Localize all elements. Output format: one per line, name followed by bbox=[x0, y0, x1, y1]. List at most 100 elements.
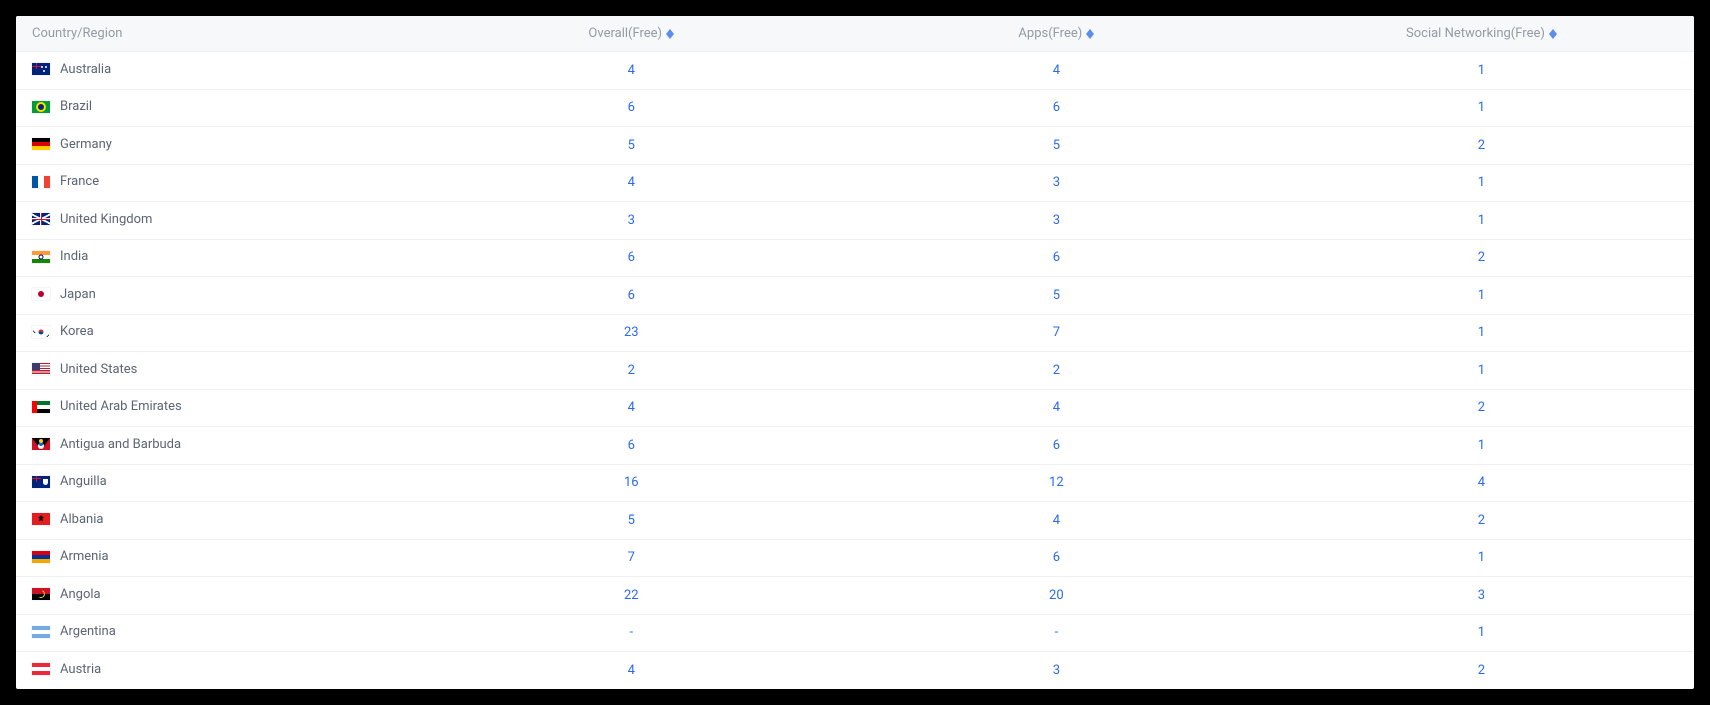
social-rank-cell[interactable]: 1 bbox=[1269, 164, 1694, 202]
apps-rank-cell[interactable]: 20 bbox=[844, 577, 1269, 615]
social-rank-cell[interactable]: 1 bbox=[1269, 352, 1694, 390]
overall-rank-cell[interactable]: 16 bbox=[419, 464, 844, 502]
social-rank-cell[interactable]: 2 bbox=[1269, 239, 1694, 277]
country-name: Brazil bbox=[60, 99, 92, 114]
table-body: Australia441Brazil661Germany552France431… bbox=[16, 52, 1694, 689]
flag-icon-am bbox=[32, 551, 50, 563]
overall-rank-cell[interactable]: 6 bbox=[419, 427, 844, 465]
apps-rank-cell[interactable]: 4 bbox=[844, 389, 1269, 427]
overall-rank-cell[interactable]: 4 bbox=[419, 389, 844, 427]
apps-rank-cell[interactable]: 3 bbox=[844, 202, 1269, 240]
table-row: Angola 22203 bbox=[16, 577, 1694, 615]
country-name: Armenia bbox=[60, 549, 109, 564]
country-cell[interactable]: Antigua and Barbuda bbox=[16, 427, 419, 465]
country-cell[interactable]: Angola bbox=[16, 577, 419, 615]
flag-icon-ag bbox=[32, 438, 50, 450]
country-cell[interactable]: United Arab Emirates bbox=[16, 389, 419, 427]
country-cell[interactable]: Australia bbox=[16, 52, 419, 90]
country-name: Argentina bbox=[60, 624, 116, 639]
overall-rank-cell[interactable]: 23 bbox=[419, 314, 844, 352]
sort-icon bbox=[1086, 29, 1094, 39]
apps-rank-cell[interactable]: 3 bbox=[844, 164, 1269, 202]
rankings-table: Country/Region Overall(Free) Apps(Free) S… bbox=[16, 16, 1694, 689]
apps-rank-cell[interactable]: 6 bbox=[844, 427, 1269, 465]
flag-icon-kr bbox=[32, 326, 50, 338]
overall-rank-cell[interactable]: 3 bbox=[419, 202, 844, 240]
social-rank-cell[interactable]: 1 bbox=[1269, 89, 1694, 127]
country-cell[interactable]: India bbox=[16, 239, 419, 277]
country-cell[interactable]: Anguilla bbox=[16, 464, 419, 502]
overall-rank-cell[interactable]: 6 bbox=[419, 89, 844, 127]
country-cell[interactable]: United Kingdom bbox=[16, 202, 419, 240]
country-name: Albania bbox=[60, 512, 103, 527]
country-name: Angola bbox=[60, 587, 101, 602]
apps-rank-cell[interactable]: 4 bbox=[844, 502, 1269, 540]
apps-rank-cell[interactable]: 6 bbox=[844, 539, 1269, 577]
social-rank-cell[interactable]: 3 bbox=[1269, 577, 1694, 615]
social-rank-cell[interactable]: 1 bbox=[1269, 427, 1694, 465]
column-header-apps[interactable]: Apps(Free) bbox=[844, 16, 1269, 52]
apps-rank-cell[interactable]: 5 bbox=[844, 127, 1269, 165]
table-row: Antigua and Barbuda661 bbox=[16, 427, 1694, 465]
table-row: Germany552 bbox=[16, 127, 1694, 165]
overall-rank-cell[interactable]: 6 bbox=[419, 239, 844, 277]
table-row: Brazil661 bbox=[16, 89, 1694, 127]
social-rank-cell[interactable]: 2 bbox=[1269, 502, 1694, 540]
apps-rank-cell[interactable]: 2 bbox=[844, 352, 1269, 390]
column-header-overall[interactable]: Overall(Free) bbox=[419, 16, 844, 52]
country-cell[interactable]: Argentina bbox=[16, 614, 419, 652]
country-name: India bbox=[60, 249, 88, 264]
social-rank-cell[interactable]: 4 bbox=[1269, 464, 1694, 502]
column-header-label: Country/Region bbox=[32, 26, 122, 41]
overall-rank-cell[interactable]: - bbox=[419, 614, 844, 652]
apps-rank-cell[interactable]: 7 bbox=[844, 314, 1269, 352]
overall-rank-cell[interactable]: 7 bbox=[419, 539, 844, 577]
table-row: Korea2371 bbox=[16, 314, 1694, 352]
overall-rank-cell[interactable]: 5 bbox=[419, 127, 844, 165]
country-name: Austria bbox=[60, 662, 101, 677]
country-cell[interactable]: Brazil bbox=[16, 89, 419, 127]
table-row: United States221 bbox=[16, 352, 1694, 390]
social-rank-cell[interactable]: 1 bbox=[1269, 52, 1694, 90]
table-row: Anguilla16124 bbox=[16, 464, 1694, 502]
country-cell[interactable]: United States bbox=[16, 352, 419, 390]
country-cell[interactable]: Korea bbox=[16, 314, 419, 352]
apps-rank-cell[interactable]: 12 bbox=[844, 464, 1269, 502]
social-rank-cell[interactable]: 2 bbox=[1269, 127, 1694, 165]
overall-rank-cell[interactable]: 4 bbox=[419, 164, 844, 202]
social-rank-cell[interactable]: 1 bbox=[1269, 614, 1694, 652]
country-cell[interactable]: France bbox=[16, 164, 419, 202]
apps-rank-cell[interactable]: 6 bbox=[844, 239, 1269, 277]
overall-rank-cell[interactable]: 5 bbox=[419, 502, 844, 540]
overall-rank-cell[interactable]: 6 bbox=[419, 277, 844, 315]
column-header-social[interactable]: Social Networking(Free) bbox=[1269, 16, 1694, 52]
country-name: Antigua and Barbuda bbox=[60, 437, 181, 452]
flag-icon-at bbox=[32, 663, 50, 675]
column-header-label: Apps(Free) bbox=[1018, 26, 1082, 41]
overall-rank-cell[interactable]: 2 bbox=[419, 352, 844, 390]
country-cell[interactable]: Germany bbox=[16, 127, 419, 165]
column-header-label: Social Networking(Free) bbox=[1406, 26, 1545, 41]
country-cell[interactable]: Japan bbox=[16, 277, 419, 315]
table-row: Albania 542 bbox=[16, 502, 1694, 540]
country-cell[interactable]: Albania bbox=[16, 502, 419, 540]
apps-rank-cell[interactable]: 6 bbox=[844, 89, 1269, 127]
social-rank-cell[interactable]: 2 bbox=[1269, 389, 1694, 427]
apps-rank-cell[interactable]: 4 bbox=[844, 52, 1269, 90]
social-rank-cell[interactable]: 1 bbox=[1269, 314, 1694, 352]
apps-rank-cell[interactable]: 5 bbox=[844, 277, 1269, 315]
social-rank-cell[interactable]: 1 bbox=[1269, 277, 1694, 315]
table-row: Australia441 bbox=[16, 52, 1694, 90]
sort-icon bbox=[666, 29, 674, 39]
country-name: United Arab Emirates bbox=[60, 399, 182, 414]
country-name: United Kingdom bbox=[60, 212, 152, 227]
flag-icon-fr bbox=[32, 176, 50, 188]
overall-rank-cell[interactable]: 4 bbox=[419, 52, 844, 90]
country-cell[interactable]: Armenia bbox=[16, 539, 419, 577]
apps-rank-cell[interactable]: - bbox=[844, 614, 1269, 652]
country-name: Japan bbox=[60, 287, 96, 302]
table-row: India662 bbox=[16, 239, 1694, 277]
social-rank-cell[interactable]: 1 bbox=[1269, 539, 1694, 577]
overall-rank-cell[interactable]: 22 bbox=[419, 577, 844, 615]
social-rank-cell[interactable]: 1 bbox=[1269, 202, 1694, 240]
